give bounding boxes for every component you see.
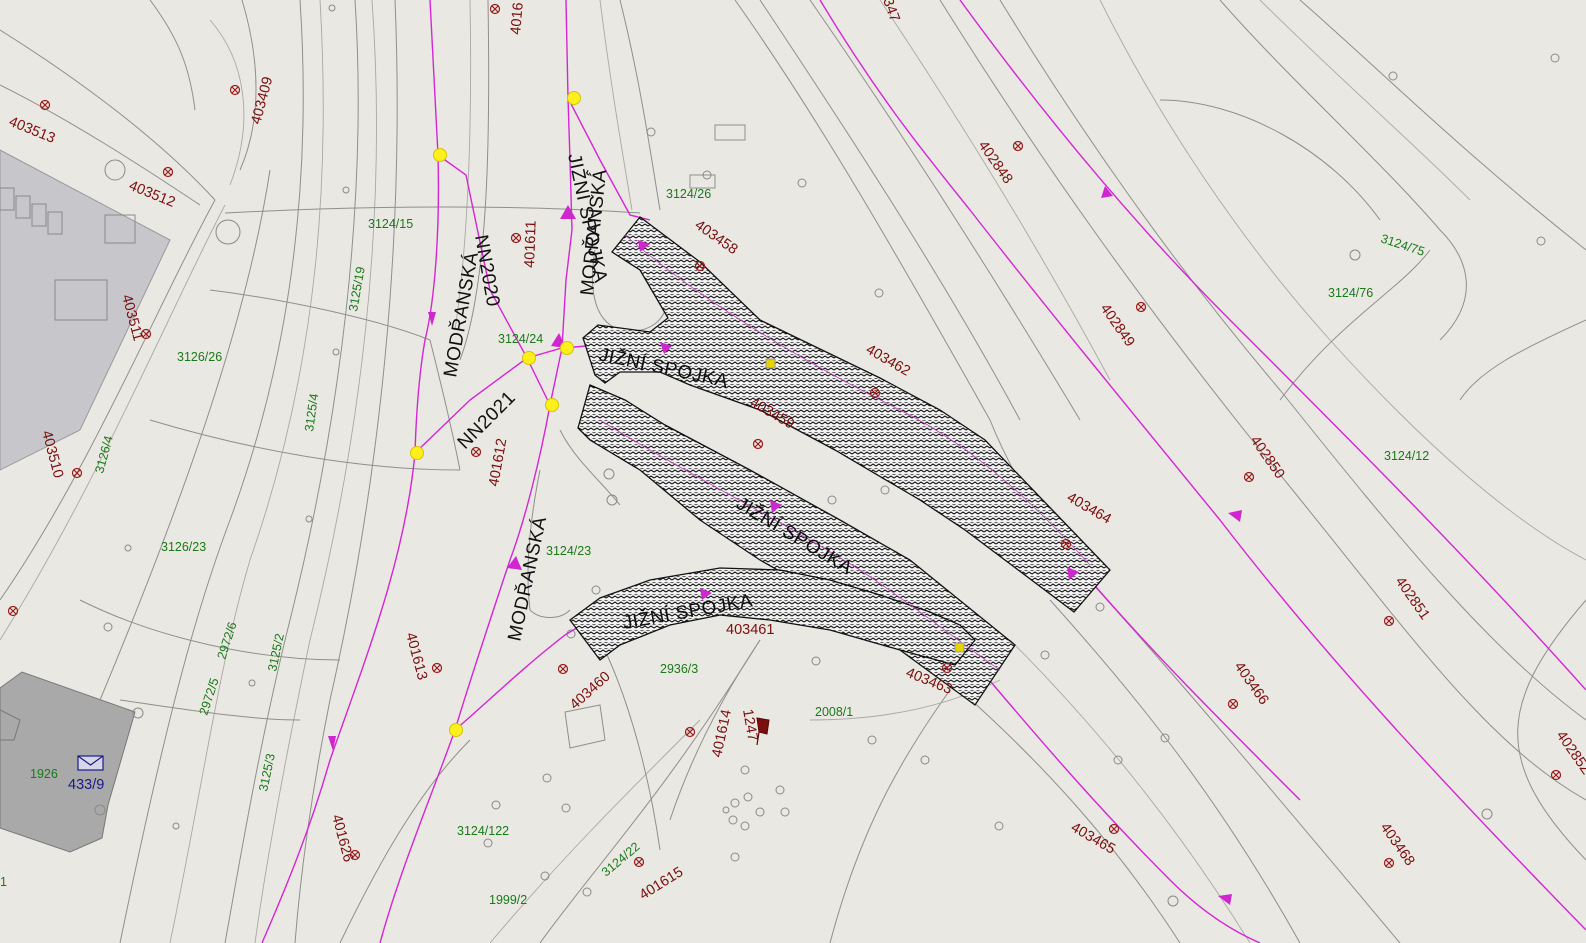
survey-point-icon (489, 3, 501, 15)
point-label: 347 (879, 0, 902, 24)
parcel-label: 3124/24 (498, 332, 543, 346)
parcel-label: 2972/6 (215, 620, 240, 661)
parcel-label: 2936/3 (660, 662, 698, 676)
point-label: 403458 (692, 217, 741, 258)
road-label-modranska-3: MODŘANSKÁ (503, 514, 551, 643)
survey-point-icon (1135, 301, 1147, 313)
survey-point-icon (1012, 140, 1024, 152)
point-label: 403460 (567, 669, 614, 713)
survey-point-icon (684, 726, 696, 738)
parcel-label: 3124/76 (1328, 286, 1373, 300)
point-label: 401626 (328, 813, 356, 864)
flow-arrow-icon (1228, 510, 1242, 522)
survey-point-icon (7, 605, 19, 617)
parcel-label: 3126/26 (177, 350, 222, 364)
point-label: 403461 (726, 622, 774, 638)
highway-strips (569, 216, 1111, 706)
flag-icon (756, 717, 770, 746)
survey-point-icon (1227, 698, 1239, 710)
point-label: 1247 (739, 708, 760, 743)
survey-point-icon (431, 662, 443, 674)
survey-point-icon (1108, 823, 1120, 835)
survey-point-icon (1550, 769, 1562, 781)
parcel-label: 1926 (30, 767, 58, 781)
point-label: 401613 (402, 631, 430, 682)
point-label: 403466 (1231, 659, 1272, 708)
survey-point-icon (557, 663, 569, 675)
parcel-label: 3124/26 (666, 187, 711, 201)
survey-point-icon (510, 232, 522, 244)
parcel-label: 3124/122 (457, 824, 509, 838)
point-label: 403468 (1377, 820, 1418, 869)
parcel-label: 3126/23 (161, 540, 206, 554)
point-label: 402849 (1097, 301, 1138, 350)
envelope-icon (77, 755, 104, 771)
building-lower-left (0, 671, 136, 853)
parcel-label: 3125/4 (302, 393, 321, 433)
parcel-label: 3124/15 (368, 217, 413, 231)
point-label: 401611 (522, 220, 540, 268)
parcel-label: 3124/12 (1384, 449, 1429, 463)
survey-point-icon (1383, 857, 1395, 869)
point-label: 401614 (709, 708, 735, 759)
point-labels: 4016 403409 403513 403512 401611 403511 … (7, 0, 1586, 903)
point-label: 403464 (1064, 490, 1114, 528)
point-label: 403513 (7, 114, 58, 147)
point-label: 403512 (127, 178, 178, 211)
survey-point-icon (162, 166, 174, 178)
point-label: 402851 (1392, 574, 1433, 623)
point-label: 403409 (248, 75, 276, 126)
survey-points (7, 3, 1562, 869)
point-label: 401612 (486, 437, 510, 487)
survey-point-icon (39, 99, 51, 111)
parcel-boundaries (0, 0, 1586, 943)
parcel-label: 2008/1 (815, 705, 853, 719)
parcel-label: 3125/2 (265, 632, 287, 672)
point-label: 4016 (508, 2, 527, 36)
flow-arrow-icon (560, 205, 576, 219)
parcel-label: 3126/4 (92, 434, 115, 475)
survey-point-icon (229, 84, 241, 96)
survey-point-icon (1383, 615, 1395, 627)
parcel-label: 1999/2 (489, 893, 527, 907)
house-number: 433/9 (68, 777, 104, 793)
parcel-label: 1 (0, 875, 7, 889)
survey-point-icon (633, 856, 645, 868)
road-label-nn2021: NN2021 (454, 387, 520, 453)
parcel-label: 3124/23 (546, 544, 591, 558)
point-label: 401615 (637, 864, 687, 903)
parcel-label: 3124/75 (1379, 232, 1426, 259)
survey-point-icon (752, 438, 764, 450)
flow-arrow-icon (328, 736, 336, 751)
survey-point-icon (1243, 471, 1255, 483)
cadastral-map[interactable]: MODŘANSKÁ NN2020 NN2021 MODŘANSKÁ JIŽNÍ … (0, 0, 1586, 943)
parcel-label: 3125/19 (346, 266, 368, 313)
map-canvas[interactable]: MODŘANSKÁ NN2020 NN2021 MODŘANSKÁ JIŽNÍ … (0, 0, 1586, 943)
survey-point-icon (71, 467, 83, 479)
